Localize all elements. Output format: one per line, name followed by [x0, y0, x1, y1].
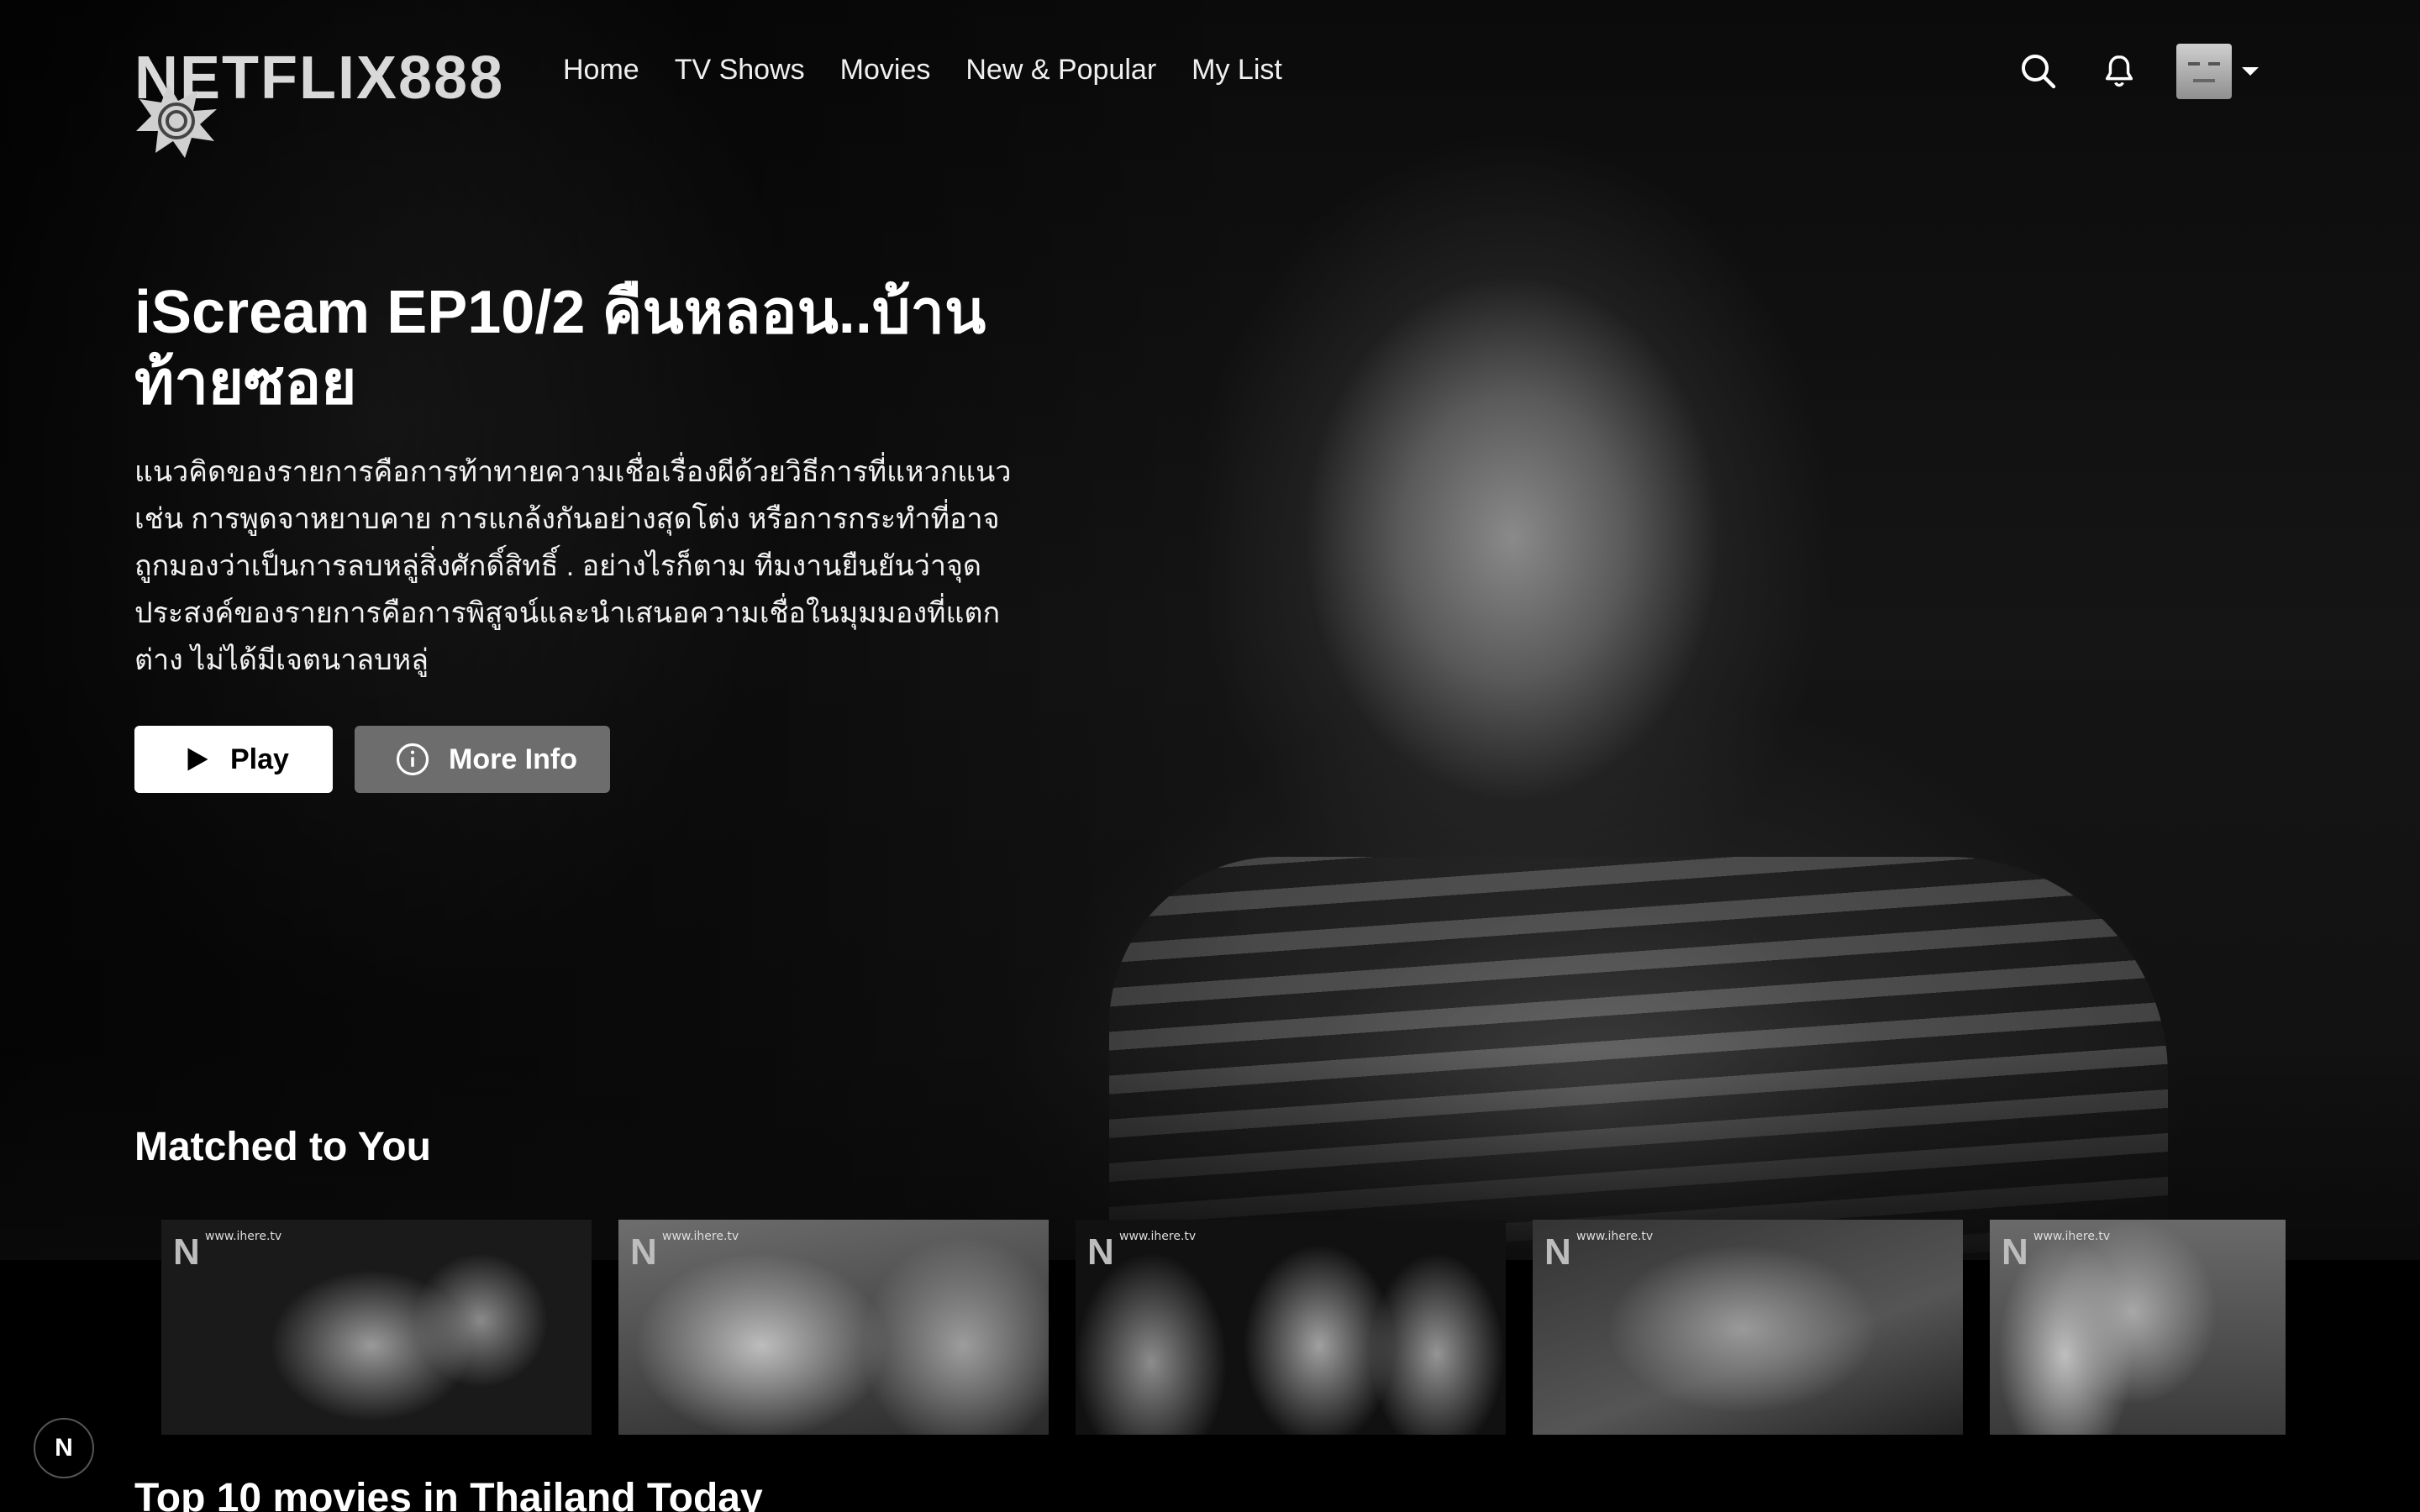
nav-tv-shows[interactable]: TV Shows: [675, 54, 805, 87]
nav-my-list[interactable]: My List: [1192, 54, 1282, 87]
hero-title: iScream EP10/2 คืนหลอน..บ้านท้ายซอย: [134, 279, 986, 417]
title-card[interactable]: N www.ihere.tv: [1076, 1220, 1506, 1435]
row-title-matched: Matched to You: [134, 1125, 431, 1169]
more-info-button[interactable]: More Info: [355, 726, 610, 793]
search-icon: [2022, 55, 2056, 89]
header-actions: [2015, 44, 2259, 99]
title-card[interactable]: N www.ihere.tv: [1990, 1220, 2286, 1435]
watermark: www.ihere.tv: [1119, 1230, 1197, 1243]
navbar: NETFLIX888 Home TV Shows Movies New & Po…: [0, 0, 2420, 158]
play-icon: [182, 744, 212, 774]
chevron-down-icon[interactable]: [2242, 67, 2259, 76]
hero-description: แนวคิดของรายการคือการท้าทายความเชื่อเรื่…: [134, 456, 1012, 676]
nav-new-popular[interactable]: New & Popular: [965, 54, 1156, 87]
info-icon: [395, 742, 430, 777]
watermark: www.ihere.tv: [662, 1230, 739, 1243]
nav-movies[interactable]: Movies: [840, 54, 931, 87]
search-button[interactable]: [2015, 48, 2062, 95]
title-card[interactable]: N www.ihere.tv: [1533, 1220, 1963, 1435]
more-info-button-label: More Info: [449, 743, 577, 775]
watermark: www.ihere.tv: [1576, 1230, 1654, 1243]
logo-emblem-icon: [136, 84, 217, 158]
app-badge[interactable]: N: [34, 1418, 94, 1478]
n-badge: N: [630, 1231, 657, 1273]
n-badge: N: [1544, 1231, 1571, 1273]
notifications-button[interactable]: [2096, 48, 2143, 95]
primary-nav: Home TV Shows Movies New & Popular My Li…: [563, 54, 1282, 87]
n-badge: N: [173, 1231, 200, 1273]
watermark: www.ihere.tv: [2033, 1230, 2111, 1243]
play-button[interactable]: Play: [134, 726, 333, 793]
hero-info: iScream EP10/2 คืนหลอน..บ้านท้ายซอย แนวค…: [134, 277, 1025, 684]
profile-avatar[interactable]: [2176, 44, 2232, 99]
hero-actions: Play More Info: [134, 726, 610, 793]
title-card[interactable]: N www.ihere.tv: [618, 1220, 1049, 1435]
row-title-top10: Top 10 movies in Thailand Today: [134, 1476, 763, 1512]
n-badge: N: [2002, 1231, 2028, 1273]
bell-icon: [2105, 55, 2133, 87]
title-card[interactable]: N www.ihere.tv: [161, 1220, 592, 1435]
watermark: www.ihere.tv: [205, 1230, 282, 1243]
content-row-matched: N www.ihere.tv N www.ihere.tv N www.iher…: [161, 1220, 2286, 1435]
nav-home[interactable]: Home: [563, 54, 639, 87]
n-badge: N: [1087, 1231, 1114, 1273]
play-button-label: Play: [230, 743, 289, 775]
